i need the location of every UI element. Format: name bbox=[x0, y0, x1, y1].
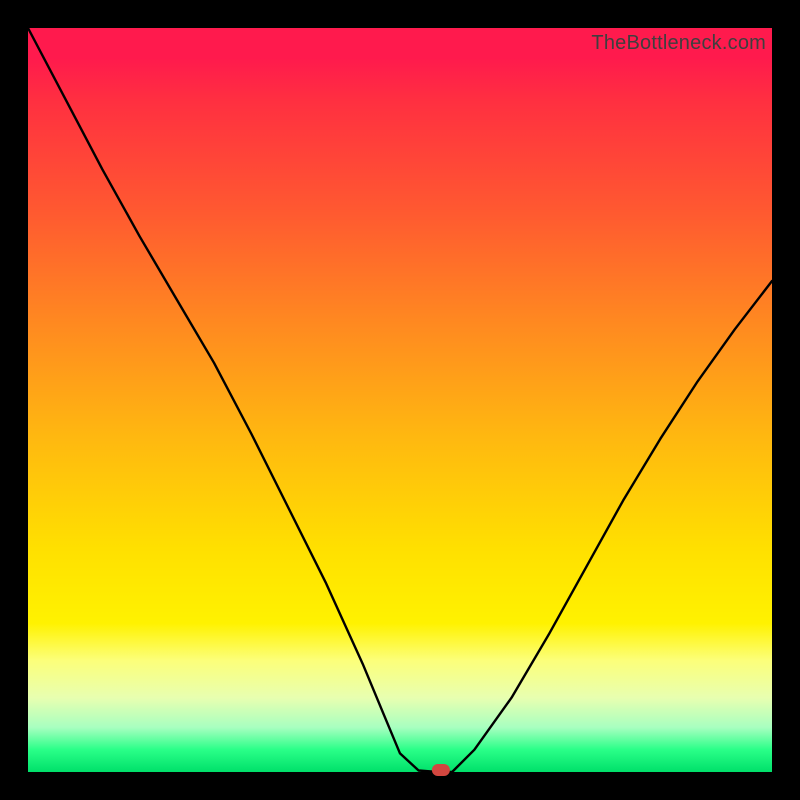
min-marker bbox=[432, 764, 450, 776]
bottleneck-curve bbox=[28, 28, 772, 772]
plot-area: TheBottleneck.com bbox=[28, 28, 772, 772]
curve-path bbox=[28, 28, 772, 772]
chart-frame: TheBottleneck.com bbox=[0, 0, 800, 800]
